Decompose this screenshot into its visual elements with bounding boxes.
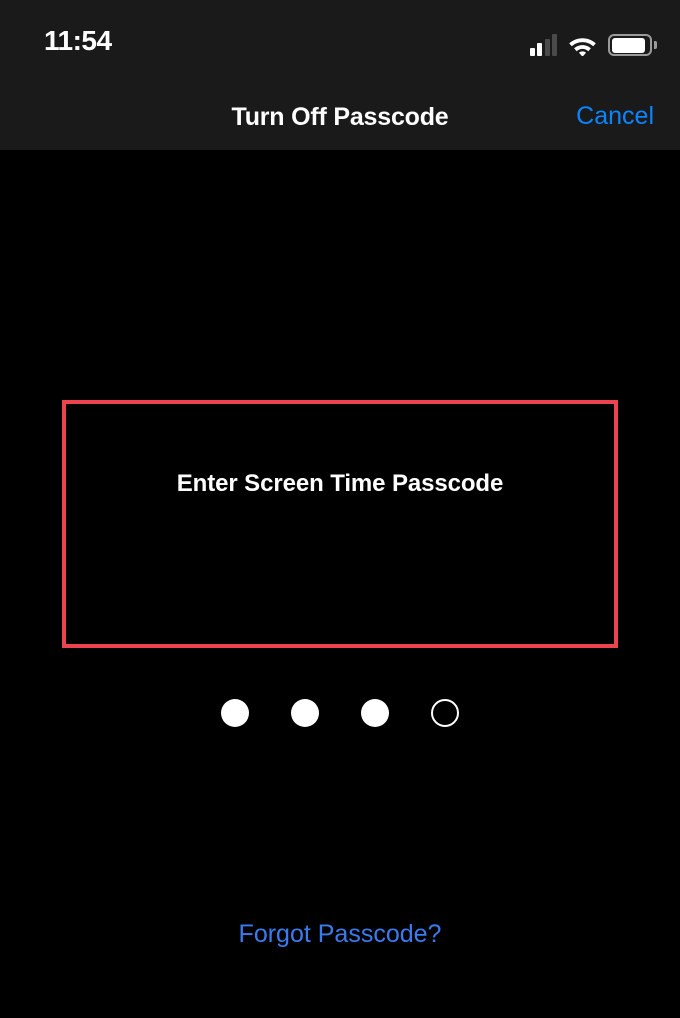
passcode-dot-4 [431,699,459,727]
status-bar: 11:54 [0,0,680,74]
wifi-icon [569,38,596,56]
passcode-dot-2 [291,699,319,727]
passcode-dot-1 [221,699,249,727]
annotation-highlight-rectangle [62,400,618,648]
status-bar-clock: 11:54 [44,25,112,56]
forgot-passcode-link[interactable]: Forgot Passcode? [0,919,680,950]
phone-screen: 11:54 Turn Off Passcode Cancel Enter Scr… [0,0,680,1018]
passcode-dot-3 [361,699,389,727]
passcode-dots-group[interactable] [0,699,680,727]
cancel-button[interactable]: Cancel [576,101,654,132]
status-bar-indicators [529,26,657,56]
cellular-signal-icon [529,34,557,56]
battery-icon [608,34,657,56]
battery-cap [654,41,657,49]
passcode-prompt-label: Enter Screen Time Passcode [176,470,504,497]
navigation-bar: Turn Off Passcode Cancel [0,74,680,150]
battery-fill-level [611,37,645,53]
passcode-entry-screen: Enter Screen Time Passcode Forgot Passco… [0,150,680,1018]
